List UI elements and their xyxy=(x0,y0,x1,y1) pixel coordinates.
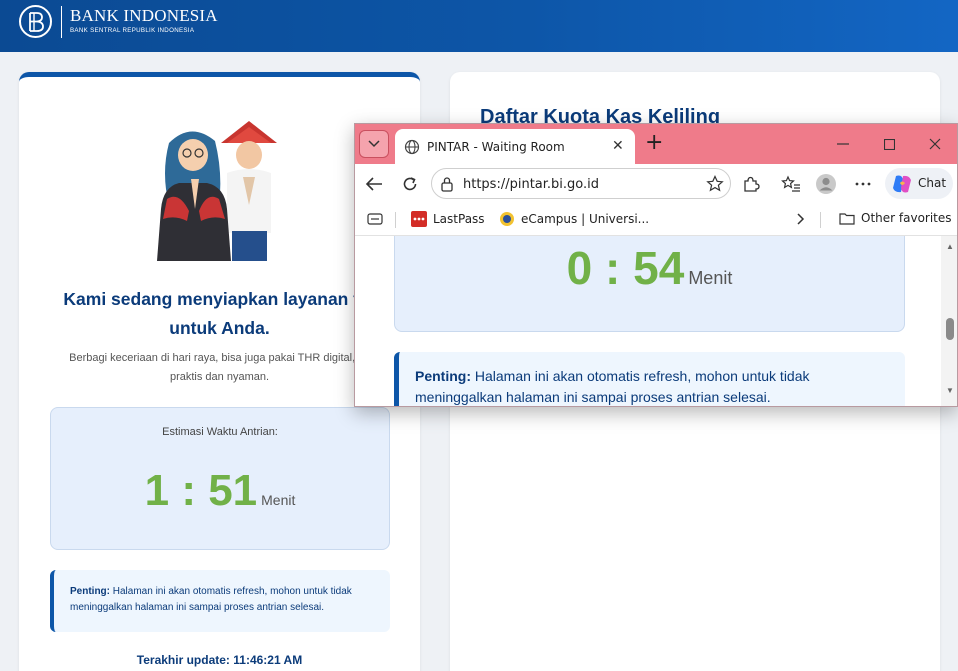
browser-queue-timer-unit: Menit xyxy=(688,268,733,288)
browser-notice-bold-label: Penting: xyxy=(415,368,471,384)
copilot-chat-button[interactable]: Chat xyxy=(885,168,953,199)
favorite-star-icon[interactable] xyxy=(706,175,724,193)
browser-queue-timer-value: 0 : 54 xyxy=(566,242,685,294)
browser-titlebar: PINTAR - Waiting Room ✕ + xyxy=(355,124,957,164)
greeting-people-illustration xyxy=(157,121,277,261)
site-header: BANK INDONESIA BANK SENTRAL REPUBLIK IND… xyxy=(0,0,958,52)
notice-bold-label: Penting: xyxy=(70,586,110,597)
ecampus-icon xyxy=(500,212,514,226)
browser-refresh-notice: Penting: Halaman ini akan otomatis refre… xyxy=(394,352,905,406)
tab-actions-button[interactable] xyxy=(359,130,389,158)
bank-indonesia-logo-icon[interactable] xyxy=(19,5,52,38)
url-text[interactable]: https://pintar.bi.go.id xyxy=(463,177,599,192)
tab-title: PINTAR - Waiting Room xyxy=(427,140,565,154)
window-close-icon[interactable] xyxy=(920,134,950,154)
browser-viewport: 0 : 54 Menit Penting: Halaman ini akan ot… xyxy=(355,236,941,406)
maximize-icon[interactable] xyxy=(874,134,904,154)
profile-avatar-icon[interactable] xyxy=(815,173,837,195)
back-arrow-icon[interactable] xyxy=(363,173,385,195)
chevron-right-icon[interactable] xyxy=(797,213,805,225)
reading-list-icon[interactable] xyxy=(367,212,383,226)
address-bar[interactable]: https://pintar.bi.go.id xyxy=(431,168,731,199)
favorites-bar: LastPass eCampus | Universi... Other fav… xyxy=(355,202,957,236)
folder-icon xyxy=(839,212,855,225)
queue-timer: 1 : 51 Menit xyxy=(51,466,389,516)
extensions-puzzle-icon[interactable] xyxy=(740,173,762,195)
copilot-icon xyxy=(893,175,911,193)
favorite-ecampus[interactable]: eCampus | Universi... xyxy=(499,211,649,227)
scroll-down-arrow-icon[interactable]: ▼ xyxy=(946,386,954,395)
tab-close-icon[interactable]: ✕ xyxy=(612,138,624,154)
browser-tab-active[interactable]: PINTAR - Waiting Room ✕ xyxy=(395,129,635,164)
brand-title: BANK INDONESIA xyxy=(70,6,218,25)
favorites-separator xyxy=(395,212,396,228)
browser-window: PINTAR - Waiting Room ✕ + https://pintar… xyxy=(354,123,958,407)
vertical-scrollbar[interactable]: ▲ ▼ xyxy=(941,236,957,406)
favorite-lastpass[interactable]: LastPass xyxy=(411,211,485,227)
logo-divider xyxy=(61,6,62,38)
browser-toolbar: https://pintar.bi.go.id Chat xyxy=(355,164,957,202)
refresh-notice: Penting: Halaman ini akan otomatis refre… xyxy=(50,570,390,632)
minimize-icon[interactable] xyxy=(828,134,858,154)
scroll-up-arrow-icon[interactable]: ▲ xyxy=(946,242,954,251)
brand-subtitle: BANK SENTRAL REPUBLIK INDONESIA xyxy=(70,27,195,34)
browser-queue-box: 0 : 54 Menit xyxy=(394,236,905,332)
chevron-down-icon xyxy=(368,140,380,148)
favorite-lastpass-label: LastPass xyxy=(433,212,485,226)
browser-queue-timer: 0 : 54 Menit xyxy=(395,241,904,295)
notice-text: Halaman ini akan otomatis refresh, mohon… xyxy=(70,586,352,613)
queue-estimate-box: Estimasi Waktu Antrian: 1 : 51 Menit xyxy=(50,407,390,550)
other-favorites[interactable]: Other favorites xyxy=(839,211,952,225)
favorites-separator-2 xyxy=(820,212,821,228)
queue-timer-unit: Menit xyxy=(261,492,296,508)
last-update-text: Terakhir update: 11:46:21 AM xyxy=(136,653,303,667)
refresh-icon[interactable] xyxy=(399,173,421,195)
queue-estimate-label: Estimasi Waktu Antrian: xyxy=(162,426,278,438)
favorites-list-icon[interactable] xyxy=(780,173,802,195)
scrollbar-thumb[interactable] xyxy=(946,318,954,340)
globe-icon xyxy=(404,139,420,155)
site-info-lock-icon[interactable] xyxy=(440,176,454,192)
new-tab-plus-icon[interactable]: + xyxy=(645,132,663,154)
chat-label: Chat xyxy=(918,176,947,190)
lastpass-icon xyxy=(411,211,427,227)
queue-timer-value: 1 : 51 xyxy=(144,466,258,515)
browser-notice-text: Halaman ini akan otomatis refresh, mohon… xyxy=(415,368,810,405)
more-options-icon[interactable] xyxy=(852,173,874,195)
other-favorites-label: Other favorites xyxy=(861,211,952,225)
favorite-ecampus-label: eCampus | Universi... xyxy=(521,212,650,226)
